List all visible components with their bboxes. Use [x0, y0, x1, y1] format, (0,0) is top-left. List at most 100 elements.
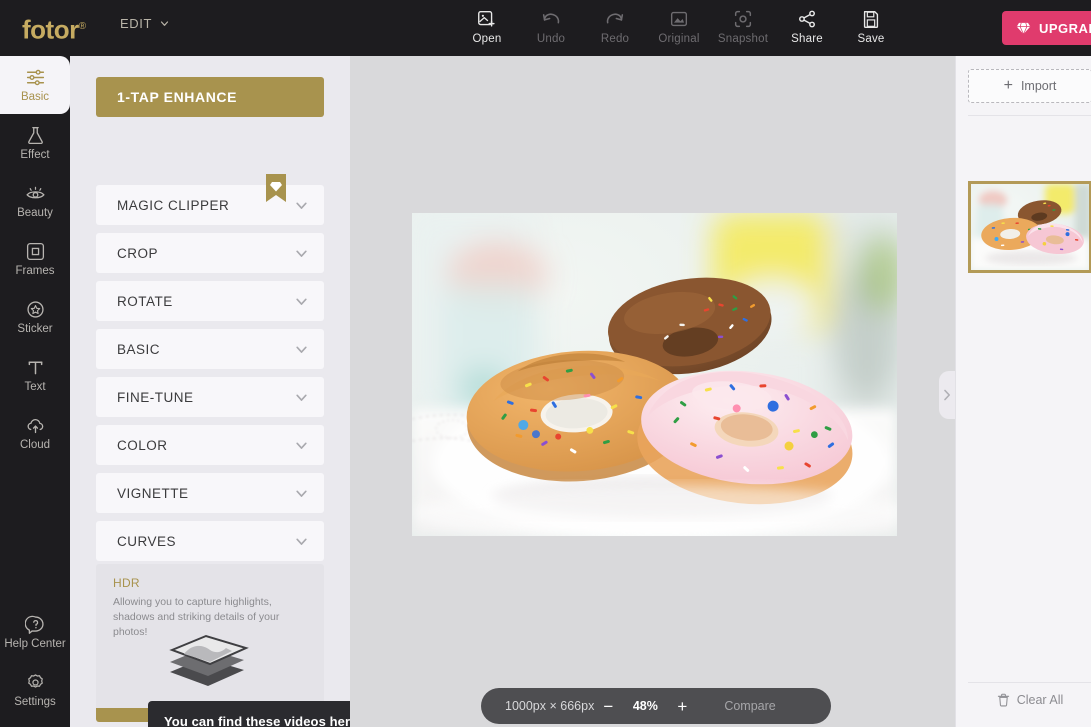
chevron-right-icon: [944, 389, 950, 401]
share-button[interactable]: Share: [775, 4, 839, 45]
clear-all-button[interactable]: Clear All: [968, 685, 1091, 715]
one-tap-enhance-label: 1-TAP ENHANCE: [117, 89, 238, 105]
donuts-thumbnail-illustration: [971, 184, 1089, 270]
left-sidebar: Basic Effect Beauty Frames Sticker Text …: [0, 56, 70, 727]
canvas-photo[interactable]: [412, 213, 897, 536]
undo-button[interactable]: Undo: [519, 4, 583, 45]
compare-button[interactable]: Compare: [724, 699, 775, 713]
panel-row-label: FINE-TUNE: [117, 389, 194, 405]
basic-tools-panel: 1-TAP ENHANCE MAGIC CLIPPER CROP ROTATE …: [70, 56, 350, 727]
toolbar-actions: Open Undo Redo Original Snapshot Share S…: [455, 4, 903, 45]
panel-row-basic[interactable]: BASIC: [96, 329, 324, 369]
open-button[interactable]: Open: [455, 4, 519, 45]
sidebar-item-beauty[interactable]: Beauty: [0, 172, 70, 230]
panel-row-label: VIGNETTE: [117, 485, 189, 501]
zoom-in-button[interactable]: +: [668, 698, 696, 715]
panel-row-vignette[interactable]: VIGNETTE: [96, 473, 324, 513]
import-button[interactable]: + Import: [968, 69, 1091, 103]
one-tap-enhance-button[interactable]: 1-TAP ENHANCE: [96, 77, 324, 117]
star-badge-icon: [26, 301, 44, 318]
redo-label: Redo: [600, 33, 630, 45]
hdr-promo-card[interactable]: HDR Allowing you to capture highlights, …: [96, 564, 324, 722]
chevron-down-icon: [296, 298, 307, 305]
chevron-down-icon: [296, 346, 307, 353]
cloud-upload-icon: [27, 418, 43, 434]
panel-row-fine-tune[interactable]: FINE-TUNE: [96, 377, 324, 417]
sidebar-label-text: Text: [24, 381, 46, 393]
hdr-photos-illustration: [169, 634, 249, 686]
sidebar-item-settings[interactable]: Settings: [0, 661, 70, 719]
open-image-icon: [478, 10, 495, 27]
save-label: Save: [857, 33, 885, 45]
sidebar-label-help-center: Help Center: [4, 638, 66, 650]
snapshot-label: Snapshot: [717, 33, 769, 45]
redo-button[interactable]: Redo: [583, 4, 647, 45]
redo-arrow-icon: [606, 13, 624, 24]
sidebar-label-effect: Effect: [20, 149, 50, 161]
editor-canvas: 1000px × 666px − 48% + Compare: [350, 56, 955, 727]
share-label: Share: [791, 33, 823, 45]
sidebar-label-beauty: Beauty: [17, 207, 53, 219]
upgrade-now-button[interactable]: UPGRADE NOW: [1002, 11, 1091, 45]
panel-row-label: ROTATE: [117, 293, 173, 309]
diamond-icon: [1016, 22, 1031, 34]
image-dimensions-label: 1000px × 666px: [505, 699, 595, 713]
original-image-icon: [670, 11, 688, 27]
chevron-down-icon: [296, 490, 307, 497]
panel-collapse-handle[interactable]: [939, 371, 955, 419]
clear-all-label: Clear All: [1016, 693, 1064, 707]
sidebar-item-cloud[interactable]: Cloud: [0, 404, 70, 462]
sidebar-item-sticker[interactable]: Sticker: [0, 288, 70, 346]
sidebar-item-help-center[interactable]: Help Center: [0, 603, 70, 661]
snapshot-icon: [734, 10, 752, 28]
tooltip-message: You can find these videos here: [164, 714, 350, 727]
panel-row-rotate[interactable]: ROTATE: [96, 281, 324, 321]
sidebar-item-effect[interactable]: Effect: [0, 114, 70, 172]
sidebar-item-text[interactable]: Text: [0, 346, 70, 404]
chevron-down-icon: [160, 21, 169, 26]
plus-icon: +: [1003, 77, 1013, 94]
sidebar-item-basic[interactable]: Basic: [0, 56, 70, 114]
undo-arrow-icon: [542, 13, 560, 24]
panel-row-label: BASIC: [117, 341, 161, 357]
hdr-promo-title: HDR: [113, 576, 140, 590]
sidebar-label-basic: Basic: [20, 91, 50, 103]
edit-menu-label: EDIT: [120, 16, 153, 31]
sidebar-bottom-group: Help Center Settings: [0, 603, 70, 719]
panel-row-crop[interactable]: CROP: [96, 233, 324, 273]
photo-tray-panel: + Import Clear All: [955, 56, 1091, 727]
panel-row-magic-clipper[interactable]: MAGIC CLIPPER: [96, 174, 324, 225]
photo-thumbnail-selected[interactable]: [968, 181, 1091, 273]
panel-row-label: MAGIC CLIPPER: [117, 197, 230, 213]
fotor-editor-window: fotor® EDIT Open Undo Redo Original Snap…: [0, 0, 1091, 727]
chevron-down-icon: [296, 202, 307, 209]
save-button[interactable]: Save: [839, 4, 903, 45]
zoom-level-label: 48%: [632, 699, 658, 713]
fotor-logo[interactable]: fotor®: [22, 11, 86, 46]
tray-divider: [968, 115, 1091, 116]
panel-row-label: CROP: [117, 245, 159, 261]
snapshot-button[interactable]: Snapshot: [711, 4, 775, 45]
logo-registered-mark: ®: [78, 21, 86, 32]
help-question-icon: [24, 615, 44, 634]
top-toolbar: fotor® EDIT Open Undo Redo Original Snap…: [0, 0, 1091, 56]
sidebar-label-settings: Settings: [14, 696, 56, 708]
donuts-photo-illustration: [412, 213, 897, 536]
original-button[interactable]: Original: [647, 4, 711, 45]
panel-row-curves[interactable]: CURVES: [96, 521, 324, 561]
edit-menu-button[interactable]: EDIT: [120, 16, 169, 31]
zoom-out-button[interactable]: −: [594, 698, 622, 715]
eye-icon: [25, 186, 45, 199]
floppy-save-icon: [863, 10, 879, 28]
trash-icon: [997, 693, 1009, 707]
text-t-icon: [28, 361, 42, 375]
premium-ribbon-icon: [266, 174, 286, 202]
onboarding-tooltip: You can find these videos here Got it: [148, 701, 350, 727]
open-label: Open: [472, 33, 502, 45]
chevron-down-icon: [296, 250, 307, 257]
upgrade-label: UPGRADE NOW: [1039, 20, 1091, 36]
sidebar-label-sticker: Sticker: [17, 323, 53, 335]
panel-row-color[interactable]: COLOR: [96, 425, 324, 465]
import-label: Import: [1020, 79, 1057, 93]
sidebar-item-frames[interactable]: Frames: [0, 230, 70, 288]
